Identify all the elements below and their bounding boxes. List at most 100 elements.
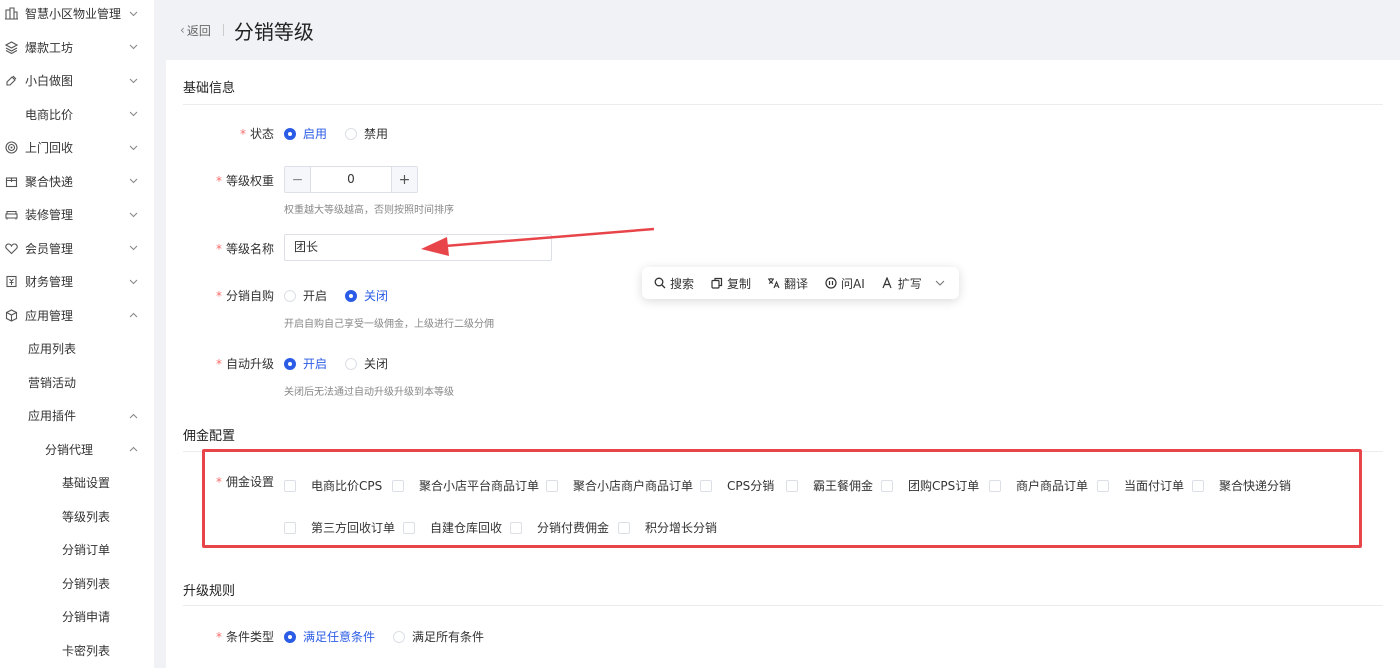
- copy-icon: [710, 277, 723, 290]
- page-title: 分销等级: [233, 19, 314, 44]
- sidebar-item-property[interactable]: 智慧小区物业管理: [0, 0, 154, 31]
- back-link[interactable]: ‹ 返回: [180, 22, 211, 39]
- chevron-up-icon: [128, 444, 138, 454]
- required-mark: *: [215, 289, 222, 303]
- toolbar-search-button[interactable]: 搜索: [653, 275, 694, 292]
- toolbar-expand-button[interactable]: 扩写: [881, 275, 922, 292]
- package-icon: [4, 174, 18, 188]
- sidebar-item-recycle[interactable]: 上门回收: [0, 131, 154, 165]
- sidebar-item-express[interactable]: 聚合快递: [0, 165, 154, 199]
- required-mark: *: [215, 174, 222, 188]
- sidebar-item-basic-settings[interactable]: 基础设置: [0, 466, 154, 500]
- required-mark: *: [239, 127, 246, 141]
- sidebar-item-label: 分销订单: [62, 543, 111, 558]
- divider: [222, 24, 224, 36]
- selection-toolbar: 搜索 复制 翻译 问AI 扩写: [642, 267, 959, 299]
- auto-upgrade-label: * 自动升级: [215, 357, 274, 371]
- auto-upgrade-off-radio[interactable]: 关闭: [345, 355, 388, 372]
- name-label: * 等级名称: [215, 242, 274, 256]
- toolbar-ask-ai-button[interactable]: 问AI: [824, 275, 865, 292]
- condition-all-radio[interactable]: 满足所有条件: [393, 628, 484, 645]
- toolbar-translate-button[interactable]: 翻译: [767, 275, 808, 292]
- auto-upgrade-on-radio[interactable]: 开启: [284, 355, 327, 372]
- target-icon: [4, 141, 18, 155]
- expand-write-icon: [881, 277, 894, 290]
- section-title-commission: 佣金配置: [183, 429, 236, 444]
- sidebar-item-apps[interactable]: 应用管理: [0, 299, 154, 333]
- chevron-down-icon: [128, 9, 138, 19]
- condition-type-label: * 条件类型: [215, 630, 274, 644]
- cube-icon: [4, 308, 18, 322]
- chevron-up-icon: [128, 411, 138, 421]
- decrement-button[interactable]: −: [285, 167, 311, 192]
- sidebar-item-distribution[interactable]: 分销代理: [0, 433, 154, 467]
- sidebar-item-label: 分销列表: [62, 576, 111, 591]
- toolbar-copy-button[interactable]: 复制: [710, 275, 751, 292]
- sidebar-item-label: 等级列表: [62, 509, 111, 524]
- image-edit-icon: [4, 74, 18, 88]
- chevron-left-icon: ‹: [180, 23, 185, 37]
- sidebar-item-marketing[interactable]: 营销活动: [0, 366, 154, 400]
- sidebar-item-label: 卡密列表: [62, 643, 111, 658]
- chevron-up-icon: [128, 310, 138, 320]
- sidebar-item-finance[interactable]: 财务管理: [0, 265, 154, 299]
- weight-value[interactable]: 0: [311, 167, 391, 192]
- status-enable-radio[interactable]: 启用: [284, 125, 327, 142]
- sidebar-item-label: 基础设置: [62, 476, 111, 491]
- chevron-down-icon: [128, 176, 138, 186]
- sidebar-item-label: 应用列表: [28, 342, 77, 357]
- back-label: 返回: [186, 23, 211, 38]
- divider: [183, 605, 1383, 606]
- search-icon: [653, 277, 666, 290]
- self-purchase-hint: 开启自购自己享受一级佣金，上级进行二级分佣: [284, 319, 494, 330]
- page-header: ‹ 返回 分销等级: [166, 0, 1400, 60]
- sidebar-item-dist-apply[interactable]: 分销申请: [0, 600, 154, 634]
- self-purchase-label: * 分销自购: [215, 289, 274, 303]
- sidebar-item-dist-orders[interactable]: 分销订单: [0, 533, 154, 567]
- chevron-down-icon: [128, 109, 138, 119]
- sidebar-item-app-list[interactable]: 应用列表: [0, 332, 154, 366]
- weight-label: * 等级权重: [215, 174, 274, 188]
- sidebar-item-label: 营销活动: [28, 375, 77, 390]
- chevron-down-icon[interactable]: [934, 277, 946, 289]
- section-title-basic: 基础信息: [183, 81, 236, 96]
- sidebar-item-dist-list[interactable]: 分销列表: [0, 567, 154, 601]
- sofa-icon: [4, 208, 18, 222]
- highlight-box: [202, 449, 1362, 548]
- sidebar-item-image-maker[interactable]: 小白做图: [0, 64, 154, 98]
- required-mark: *: [215, 630, 222, 644]
- section-title-upgrade: 升级规则: [183, 584, 236, 599]
- weight-stepper[interactable]: − 0 +: [284, 166, 418, 193]
- chevron-down-icon: [128, 277, 138, 287]
- sidebar-item-hot-workshop[interactable]: 爆款工坊: [0, 31, 154, 65]
- sidebar-item-members[interactable]: 会员管理: [0, 232, 154, 266]
- self-purchase-on-radio[interactable]: 开启: [284, 287, 327, 304]
- heart-icon: [4, 241, 18, 255]
- sidebar-item-price-compare[interactable]: 电商比价: [0, 98, 154, 132]
- level-name-input[interactable]: 团长: [284, 234, 552, 261]
- sidebar-item-app-plugins[interactable]: 应用插件: [0, 399, 154, 433]
- ai-icon: [824, 277, 837, 290]
- divider: [183, 104, 1383, 105]
- status-disable-radio[interactable]: 禁用: [345, 125, 388, 142]
- self-purchase-off-radio[interactable]: 关闭: [345, 287, 388, 304]
- form-card: 基础信息 * 状态 启用 禁用 * 等级权重 − 0 + 权重越大等级越高，否则按照…: [166, 60, 1400, 668]
- increment-button[interactable]: +: [391, 167, 417, 192]
- required-mark: *: [215, 357, 222, 371]
- layers-icon: [4, 40, 18, 54]
- sidebar-item-label: 分销申请: [62, 610, 111, 625]
- sidebar-item-card-list[interactable]: 卡密列表: [0, 634, 154, 668]
- auto-upgrade-hint: 关闭后无法通过自动升级升级到本等级: [284, 387, 454, 398]
- chevron-down-icon: [128, 243, 138, 253]
- weight-hint: 权重越大等级越高，否则按照时间排序: [284, 205, 454, 216]
- chevron-down-icon: [128, 76, 138, 86]
- status-label: * 状态: [239, 127, 274, 141]
- chevron-down-icon: [128, 210, 138, 220]
- building-icon: [4, 7, 18, 21]
- translate-icon: [767, 277, 780, 290]
- sidebar-item-level-list[interactable]: 等级列表: [0, 500, 154, 534]
- sidebar-item-decoration[interactable]: 装修管理: [0, 198, 154, 232]
- chevron-down-icon: [128, 143, 138, 153]
- required-mark: *: [215, 242, 222, 256]
- condition-any-radio[interactable]: 满足任意条件: [284, 628, 375, 645]
